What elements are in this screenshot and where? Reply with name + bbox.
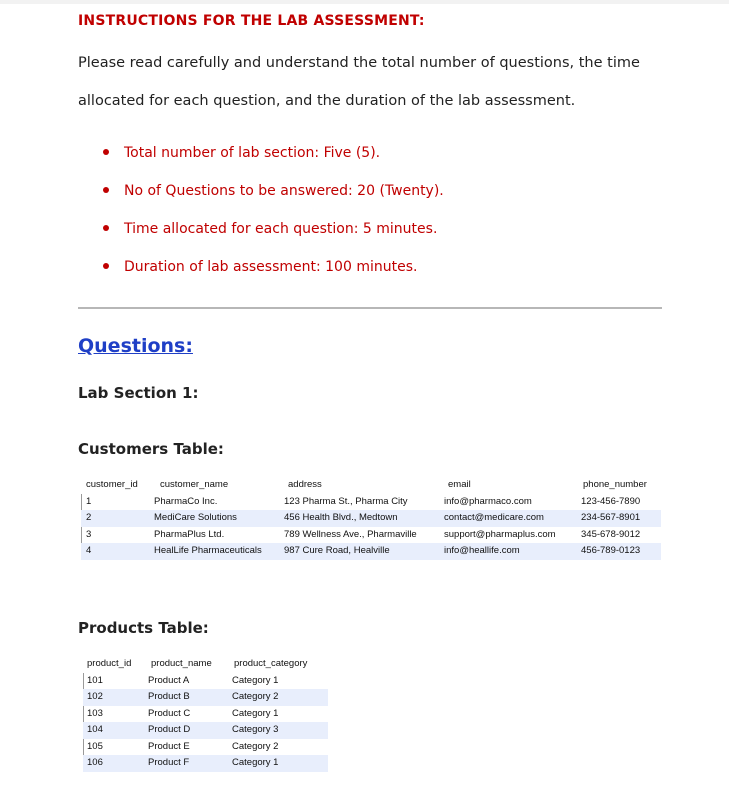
lab-section-heading: Lab Section 1:	[78, 384, 199, 402]
table-cell: Product A	[148, 674, 190, 686]
table-cell: 1	[86, 495, 92, 507]
table-row: 4 HealLife Pharmaceuticals 987 Cure Road…	[81, 543, 661, 560]
bullet-text: Total number of lab section: Five (5).	[124, 145, 381, 161]
table-row: 3 PharmaPlus Ltd. 789 Wellness Ave., Pha…	[81, 527, 661, 544]
table-cell: Product E	[148, 740, 190, 752]
table-cell: info@pharmaco.com	[444, 495, 532, 507]
table-cell: 234-567-8901	[581, 512, 641, 523]
table-cell: Product F	[148, 757, 190, 768]
table-cell: Product B	[148, 691, 190, 702]
table-cell: 345-678-9012	[581, 528, 641, 540]
bullet-text: No of Questions to be answered: 20 (Twen…	[124, 183, 444, 199]
table-row: 2 MediCare Solutions 456 Health Blvd., M…	[81, 510, 661, 527]
table-cell: 101	[87, 674, 103, 686]
table-header-row: customer_id customer_name address email …	[81, 477, 661, 494]
table-cell: 789 Wellness Ave., Pharmaville	[284, 528, 417, 540]
table-row: 101 Product A Category 1	[83, 673, 328, 690]
table-cell: HealLife Pharmaceuticals	[154, 545, 262, 556]
table-cell: Product D	[148, 724, 191, 735]
table-cell: Category 3	[232, 724, 279, 735]
table-row: 1 PharmaCo Inc. 123 Pharma St., Pharma C…	[81, 494, 661, 511]
bullet-text: Duration of lab assessment: 100 minutes.	[124, 259, 418, 275]
horizontal-divider	[78, 307, 662, 309]
table-cell: Category 2	[232, 691, 279, 702]
bullet-item: Total number of lab section: Five (5).	[103, 145, 380, 161]
table-cell: 4	[86, 545, 92, 556]
questions-heading: Questions:	[78, 335, 193, 357]
bullet-item: Time allocated for each question: 5 minu…	[103, 221, 437, 237]
bullet-item: Duration of lab assessment: 100 minutes.	[103, 259, 417, 275]
instructions-heading: INSTRUCTIONS FOR THE LAB ASSESSMENT:	[78, 13, 425, 29]
table-row: 105 Product E Category 2	[83, 739, 328, 756]
table-row: 106 Product F Category 1	[83, 755, 328, 772]
bullet-item: No of Questions to be answered: 20 (Twen…	[103, 183, 444, 199]
table-cell: 456-789-0123	[581, 545, 641, 556]
table-cell: 123 Pharma St., Pharma City	[284, 495, 408, 507]
table-cell: contact@medicare.com	[444, 512, 544, 523]
table-cell: 106	[87, 757, 103, 768]
column-header: customer_name	[160, 479, 229, 490]
intro-line-2: allocated for each question, and the dur…	[78, 93, 576, 109]
bullet-dot-icon	[103, 149, 109, 155]
column-header: product_name	[151, 658, 212, 669]
table-cell: Product C	[148, 707, 191, 719]
top-strip	[0, 0, 729, 4]
bullet-dot-icon	[103, 187, 109, 193]
table-cell: 103	[87, 707, 103, 719]
table-cell: 456 Health Blvd., Medtown	[284, 512, 398, 523]
table-cell: Category 1	[232, 707, 279, 719]
table-cell: 104	[87, 724, 103, 735]
column-header: email	[448, 479, 471, 490]
table-cell: Category 1	[232, 674, 279, 686]
intro-line-1: Please read carefully and understand the…	[78, 55, 640, 71]
bullet-text: Time allocated for each question: 5 minu…	[124, 221, 438, 237]
table-cell: Category 1	[232, 757, 279, 768]
bullet-dot-icon	[103, 225, 109, 231]
column-header: phone_number	[583, 479, 647, 490]
column-header: product_id	[87, 658, 132, 669]
table-cell: Category 2	[232, 740, 279, 752]
table-cell: PharmaPlus Ltd.	[154, 528, 225, 540]
products-table: product_id product_name product_category…	[83, 656, 328, 772]
customers-table: customer_id customer_name address email …	[81, 477, 661, 560]
column-header: customer_id	[86, 479, 138, 490]
table-cell: 987 Cure Road, Healville	[284, 545, 390, 556]
table-header-row: product_id product_name product_category	[83, 656, 328, 673]
table-cell: 102	[87, 691, 103, 702]
table-cell: MediCare Solutions	[154, 512, 237, 523]
table-cell: 105	[87, 740, 103, 752]
table-cell: PharmaCo Inc.	[154, 495, 218, 507]
table-row: 103 Product C Category 1	[83, 706, 328, 723]
products-table-title: Products Table:	[78, 619, 209, 637]
table-cell: 2	[86, 512, 92, 523]
column-header: product_category	[234, 658, 308, 669]
customers-table-title: Customers Table:	[78, 440, 224, 458]
table-cell: support@pharmaplus.com	[444, 528, 556, 540]
table-cell: 3	[86, 528, 92, 540]
column-header: address	[288, 479, 322, 490]
bullet-dot-icon	[103, 263, 109, 269]
table-cell: 123-456-7890	[581, 495, 641, 507]
table-row: 102 Product B Category 2	[83, 689, 328, 706]
table-row: 104 Product D Category 3	[83, 722, 328, 739]
table-cell: info@heallife.com	[444, 545, 520, 556]
